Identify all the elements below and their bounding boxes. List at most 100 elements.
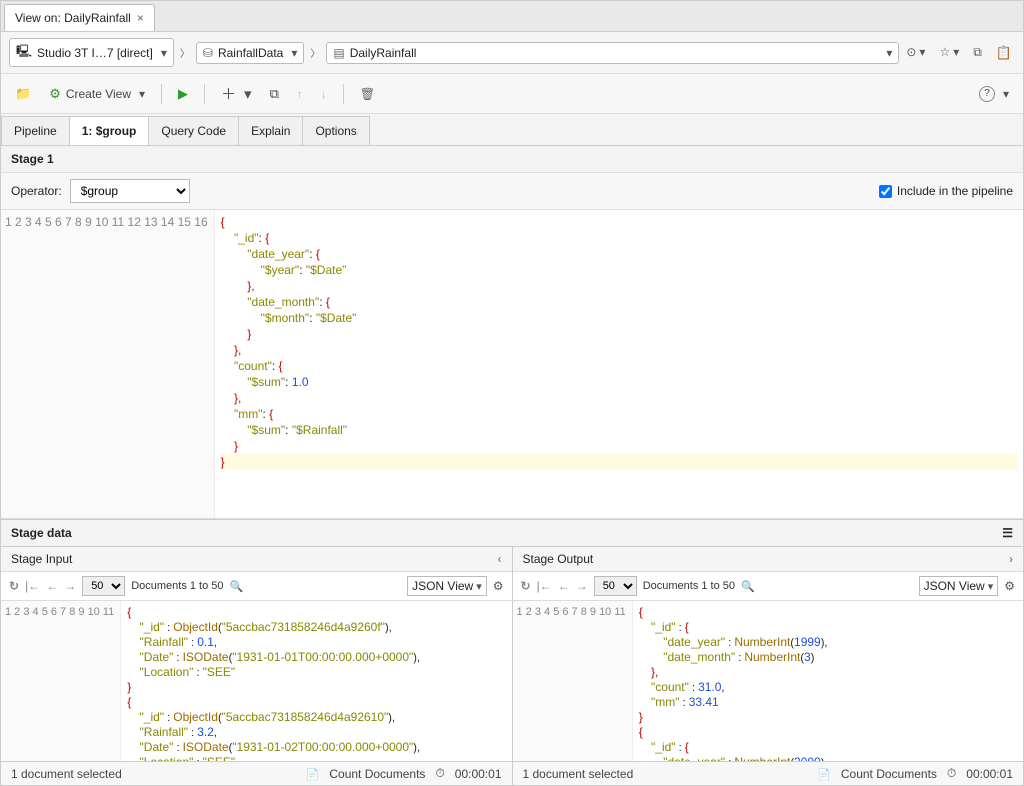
include-label: Include in the pipeline (897, 184, 1013, 198)
separator (204, 84, 205, 104)
create-view-button[interactable]: Create View (43, 83, 151, 105)
stage-data-header: Stage data ☰ (1, 519, 1023, 547)
breadcrumb-actions (903, 42, 1015, 64)
selected-count: 1 document selected (11, 767, 122, 781)
stage-output-panel: Stage Output › |← ← → 50 Documents 1 to … (513, 547, 1024, 785)
gear-icon[interactable]: ⚙ (493, 579, 504, 593)
sub-tab[interactable]: Query Code (148, 116, 239, 145)
add-stage-button[interactable]: ＋ (215, 80, 258, 107)
clock-icon (947, 766, 956, 781)
collapse-icon[interactable]: ‹ (498, 552, 502, 566)
chevron-down-icon (883, 46, 892, 60)
stage-area: Stage 1 Operator: $group Include in the … (1, 146, 1023, 519)
stage-output-title: Stage Output › (513, 547, 1024, 572)
operator-select[interactable]: $group (70, 179, 190, 203)
include-checkbox[interactable]: Include in the pipeline (879, 184, 1013, 198)
stage-input-editor[interactable]: 1 2 3 4 5 6 7 8 9 10 11 { "_id" : Object… (1, 601, 512, 761)
code-content[interactable]: { "_id" : { "date_year" : NumberInt(1999… (633, 601, 1023, 761)
layout-toggle-icon[interactable]: ☰ (1002, 526, 1013, 540)
breadcrumb-database[interactable]: RainfallData (196, 42, 304, 64)
window-tab-active[interactable]: View on: DailyRainfall × (4, 4, 155, 31)
open-button[interactable] (9, 83, 37, 105)
breadcrumb-connection-label: Studio 3T I…7 [direct] (37, 46, 153, 60)
copy-icon[interactable] (970, 42, 985, 64)
stage-input-title-label: Stage Input (11, 552, 72, 566)
elapsed-time: 00:00:01 (966, 767, 1013, 781)
operator-row: Operator: $group Include in the pipeline (1, 173, 1023, 210)
page-size-select[interactable]: 50 (82, 576, 125, 596)
docs-range-label: Documents 1 to 50 (643, 580, 735, 592)
help-button[interactable] (973, 83, 1015, 105)
move-down-button[interactable] (315, 84, 333, 104)
first-page-icon[interactable]: |← (537, 579, 552, 593)
view-mode-select[interactable]: JSON View (919, 576, 999, 596)
page-size-select[interactable]: 50 (594, 576, 637, 596)
stage-code-editor[interactable]: 1 2 3 4 5 6 7 8 9 10 11 12 13 14 15 16 {… (1, 210, 1023, 519)
next-page-icon[interactable]: → (576, 579, 588, 593)
database-icon (203, 46, 213, 60)
stage-input-title: Stage Input ‹ (1, 547, 512, 572)
count-docs-button[interactable]: Count Documents (841, 767, 937, 781)
breadcrumb: 🖳 Studio 3T I…7 [direct] 〉 RainfallData … (1, 32, 1023, 74)
prev-page-icon[interactable]: ← (558, 579, 570, 593)
window-tab-label: View on: DailyRainfall (15, 11, 131, 25)
refresh-icon[interactable] (521, 579, 531, 593)
sub-tab[interactable]: Explain (238, 116, 303, 145)
stage-input-toolbar: |← ← → 50 Documents 1 to 50 JSON View ⚙ (1, 572, 512, 601)
panels-row: Stage Input ‹ |← ← → 50 Documents 1 to 5… (1, 547, 1023, 785)
operator-label: Operator: (11, 184, 62, 198)
selected-count: 1 document selected (523, 767, 634, 781)
chevron-down-icon (158, 46, 167, 60)
document-icon (306, 767, 320, 781)
delete-button[interactable] (354, 84, 381, 104)
next-page-icon[interactable]: → (64, 579, 76, 593)
view-mode-select[interactable]: JSON View (407, 576, 487, 596)
clock-icon (435, 766, 444, 781)
close-icon[interactable]: × (137, 11, 144, 25)
code-content[interactable]: { "_id" : ObjectId("5accbac731858246d4a9… (121, 601, 511, 761)
refresh-icon[interactable] (9, 579, 19, 593)
move-up-button[interactable] (291, 84, 309, 104)
docs-range-label: Documents 1 to 50 (131, 580, 223, 592)
toolbar: Create View ▶ ＋ (1, 74, 1023, 114)
create-view-label: Create View (66, 87, 131, 101)
search-icon[interactable] (741, 579, 755, 593)
collapse-icon[interactable]: › (1009, 552, 1013, 566)
stage-output-editor[interactable]: 1 2 3 4 5 6 7 8 9 10 11 { "_id" : { "dat… (513, 601, 1024, 761)
line-gutter: 1 2 3 4 5 6 7 8 9 10 11 (1, 601, 121, 761)
prev-page-icon[interactable]: ← (46, 579, 58, 593)
stage-data-label: Stage data (11, 526, 72, 540)
code-content[interactable]: { "_id": { "date_year": { "$year": "$Dat… (215, 210, 1023, 518)
elapsed-time: 00:00:01 (455, 767, 502, 781)
breadcrumb-collection[interactable]: DailyRainfall (326, 42, 899, 64)
gear-icon[interactable]: ⚙ (1004, 579, 1015, 593)
stage-output-status: 1 document selected Count Documents 00:0… (513, 761, 1024, 785)
chevron-right-icon: 〉 (308, 45, 322, 60)
sub-tab[interactable]: 1: $group (69, 116, 150, 145)
more-icon[interactable] (903, 42, 928, 64)
first-page-icon[interactable]: |← (25, 579, 40, 593)
separator (343, 84, 344, 104)
breadcrumb-database-label: RainfallData (218, 46, 283, 60)
chevron-right-icon: 〉 (178, 45, 192, 60)
separator (161, 84, 162, 104)
document-icon (817, 767, 831, 781)
star-icon[interactable] (936, 42, 962, 64)
collection-icon (333, 46, 344, 60)
breadcrumb-connection[interactable]: 🖳 Studio 3T I…7 [direct] (9, 38, 174, 67)
sub-tab[interactable]: Pipeline (1, 116, 70, 145)
stage-output-toolbar: |← ← → 50 Documents 1 to 50 JSON View ⚙ (513, 572, 1024, 601)
paste-icon[interactable] (993, 42, 1015, 64)
server-icon: 🖳 (16, 42, 32, 63)
stage-header: Stage 1 (1, 146, 1023, 173)
view-icon (49, 86, 61, 102)
line-gutter: 1 2 3 4 5 6 7 8 9 10 11 (513, 601, 633, 761)
count-docs-button[interactable]: Count Documents (329, 767, 425, 781)
run-button[interactable]: ▶ (172, 83, 194, 105)
sub-tab[interactable]: Options (302, 116, 369, 145)
search-icon[interactable] (230, 579, 244, 593)
include-checkbox-input[interactable] (879, 185, 892, 198)
stage-input-panel: Stage Input ‹ |← ← → 50 Documents 1 to 5… (1, 547, 513, 785)
stage-output-title-label: Stage Output (523, 552, 594, 566)
duplicate-button[interactable] (264, 83, 285, 105)
